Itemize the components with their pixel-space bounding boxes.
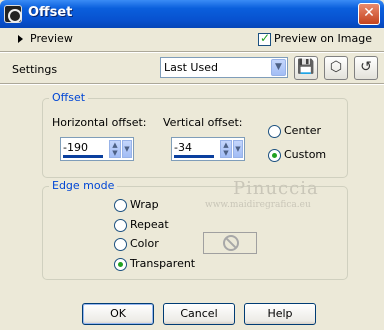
expand-preview-icon[interactable] [18, 35, 23, 43]
divider [0, 51, 384, 53]
help-button[interactable]: Help [244, 303, 316, 325]
box-preset-button[interactable]: ⬡ [324, 56, 348, 80]
settings-label: Settings [12, 63, 58, 76]
save-preset-button[interactable]: 💾 [294, 56, 318, 80]
window-title: Offset [28, 5, 73, 20]
reset-preset-icon: ↺ [360, 59, 372, 75]
horizontal-offset-bar [63, 155, 103, 158]
close-button[interactable]: ✕ [358, 3, 380, 25]
offset-group-legend: Offset [49, 91, 89, 104]
no-color-icon [223, 235, 239, 251]
edge-mode-legend: Edge mode [49, 179, 118, 192]
vertical-offset-bar [174, 155, 214, 158]
transparent-label[interactable]: Transparent [130, 257, 195, 270]
preset-value: Last Used [164, 61, 218, 74]
watermark-name: Pinuccia [233, 178, 319, 199]
ok-button[interactable]: OK [82, 303, 154, 325]
preview-on-image-label[interactable]: Preview on Image [274, 32, 372, 45]
spin-arrows-icon[interactable]: ▲ ▼ [109, 140, 121, 158]
chevron-down-icon[interactable]: ▼ [271, 59, 286, 76]
color-label[interactable]: Color [130, 237, 159, 250]
wrap-radio[interactable] [114, 199, 127, 212]
custom-radio[interactable] [268, 149, 281, 162]
vertical-offset-label: Vertical offset: [163, 116, 243, 129]
chevron-down-icon[interactable]: ▼ [122, 140, 132, 158]
preview-on-image-checkbox[interactable] [258, 31, 271, 46]
center-label[interactable]: Center [284, 124, 321, 137]
app-icon [4, 5, 22, 23]
repeat-label[interactable]: Repeat [130, 218, 169, 231]
title-bar: Offset ✕ [0, 0, 384, 28]
horizontal-offset-spinner[interactable]: -190 ▲ ▼ ▼ [60, 137, 134, 161]
repeat-radio[interactable] [114, 219, 127, 232]
wrap-label[interactable]: Wrap [130, 198, 159, 211]
custom-label[interactable]: Custom [284, 148, 326, 161]
reset-preset-button[interactable]: ↺ [354, 56, 378, 80]
horizontal-offset-label: Horizontal offset: [52, 116, 147, 129]
divider [0, 83, 384, 85]
preview-label[interactable]: Preview [30, 32, 73, 45]
cancel-button[interactable]: Cancel [163, 303, 235, 325]
edge-color-swatch[interactable] [203, 232, 257, 254]
save-preset-icon: 💾 [297, 59, 315, 75]
chevron-down-icon[interactable]: ▼ [233, 140, 243, 158]
vertical-offset-spinner[interactable]: -34 ▲ ▼ ▼ [171, 137, 245, 161]
preset-dropdown[interactable]: Last Used ▼ [160, 57, 288, 78]
watermark-url: www.maidiregrafica.eu [205, 200, 311, 210]
box-preset-icon: ⬡ [329, 59, 343, 75]
vertical-offset-value[interactable]: -34 [174, 141, 192, 154]
spin-arrows-icon[interactable]: ▲ ▼ [220, 140, 232, 158]
transparent-radio[interactable] [114, 258, 127, 271]
center-radio[interactable] [268, 125, 281, 138]
color-radio[interactable] [114, 238, 127, 251]
horizontal-offset-value[interactable]: -190 [63, 141, 88, 154]
